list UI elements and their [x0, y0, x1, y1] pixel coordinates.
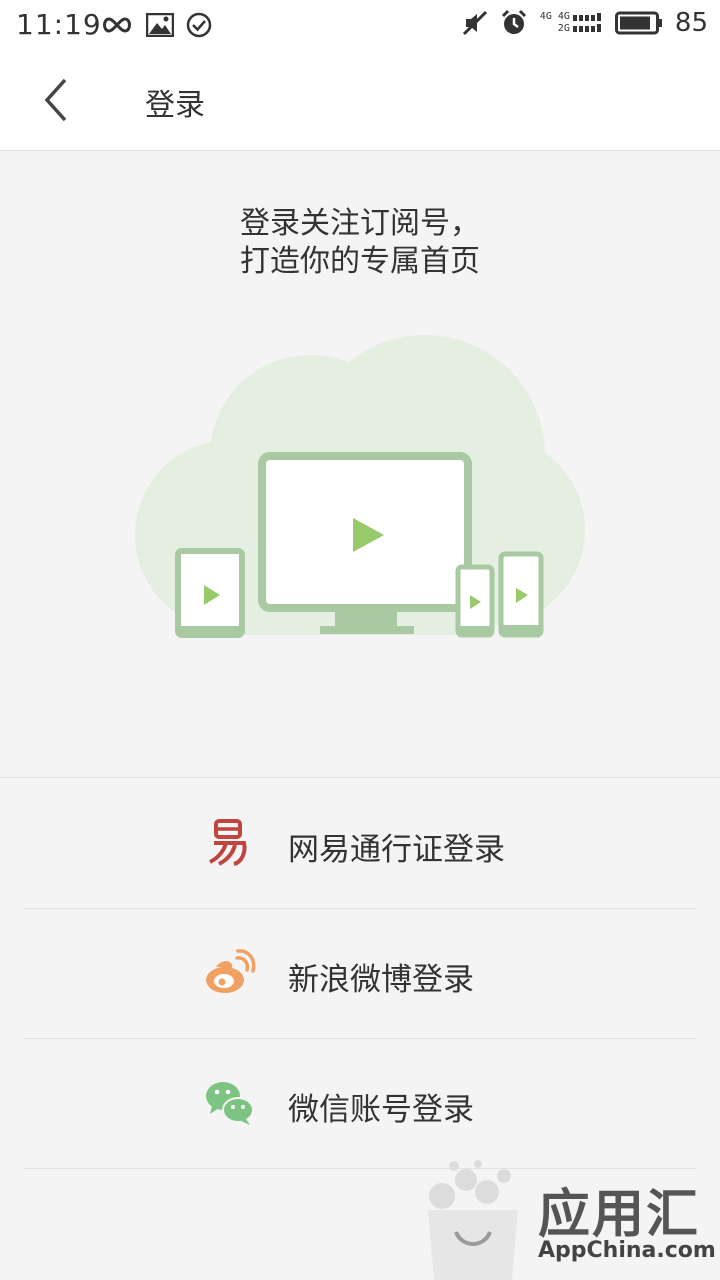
network-bottom-label: 2G — [557, 23, 570, 34]
phone-small-device — [455, 564, 495, 638]
status-bar: 11:19 4G 4G 2G 85 — [0, 0, 720, 50]
mute-icon — [462, 10, 487, 36]
network-top-label: 4G 4G — [539, 11, 570, 22]
hero-line-2: 打造你的专属首页 — [240, 244, 480, 279]
monitor-device — [258, 452, 472, 634]
appchina-watermark: 应用汇 AppChina.com — [420, 1150, 720, 1280]
tablet-device — [175, 548, 245, 638]
netease-icon — [209, 819, 247, 866]
check-circle-icon — [186, 12, 212, 38]
battery-icon — [614, 11, 662, 35]
watermark-cn: 应用汇 — [538, 1185, 701, 1245]
signal-bars-icon — [572, 13, 601, 32]
status-left-icons — [100, 12, 212, 38]
status-right-icons: 4G 4G 2G 85 — [462, 8, 708, 38]
alarm-icon — [501, 9, 526, 34]
network-indicator: 4G 4G 2G — [540, 11, 603, 35]
page-title: 登录 — [145, 88, 205, 123]
hero-text: 登录关注订阅号， 打造你的专属首页 — [0, 205, 720, 281]
netease-login-button[interactable]: 网易通行证登录 — [24, 778, 696, 909]
wechat-login-label: 微信账号登录 — [288, 1092, 474, 1128]
weibo-icon — [206, 949, 256, 993]
back-button[interactable] — [30, 72, 86, 128]
status-time: 11:19 — [16, 8, 102, 41]
weibo-login-button[interactable]: 新浪微博登录 — [24, 908, 696, 1039]
wechat-icon — [206, 1082, 254, 1125]
image-icon — [146, 13, 174, 37]
battery-percent: 85 — [674, 8, 708, 38]
chevron-left-icon — [44, 78, 67, 122]
app-bar: 登录 — [0, 50, 720, 151]
phone-large-device — [498, 551, 544, 638]
appchina-logo-icon — [428, 1160, 518, 1280]
watermark-en: AppChina.com — [538, 1238, 716, 1263]
devices-cloud-illustration — [135, 335, 585, 638]
netease-login-label: 网易通行证登录 — [288, 832, 505, 868]
infinity-icon — [103, 17, 131, 33]
weibo-login-label: 新浪微博登录 — [288, 962, 474, 998]
hero-line-1: 登录关注订阅号， — [240, 206, 480, 241]
